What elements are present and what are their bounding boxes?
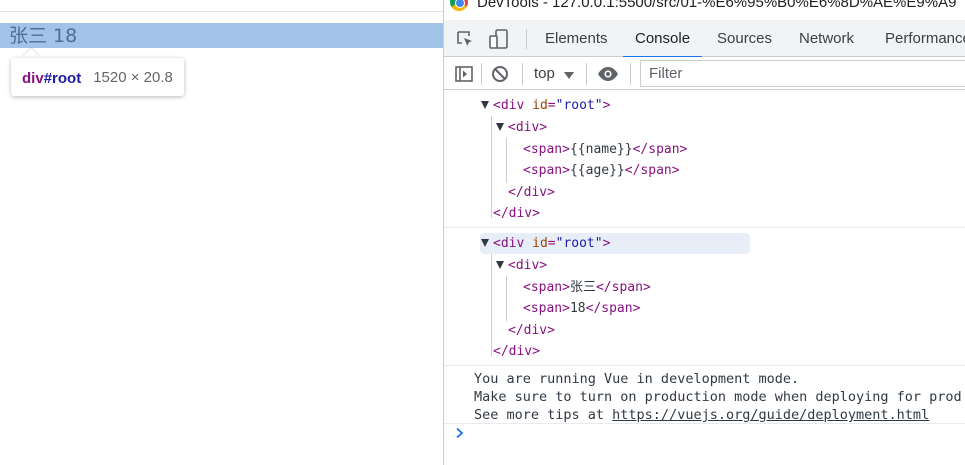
expand-triangle-icon[interactable]: [496, 261, 504, 269]
console-toolbar: top: [444, 57, 965, 90]
devtools-titlebar: DevTools - 127.0.0.1:5500/src/01-%E6%95%…: [444, 0, 965, 20]
tree-line-root[interactable]: <div id="root">: [493, 95, 610, 116]
tree-line-span-name[interactable]: <span>张三</span>: [523, 277, 651, 298]
tree-line-root[interactable]: <div id="root">: [493, 233, 610, 254]
tree-guide: [506, 138, 507, 183]
context-label: top: [534, 65, 555, 82]
context-selector[interactable]: top: [534, 63, 574, 85]
tree-guide: [491, 116, 492, 218]
vue-dev-message-line2: Make sure to turn on production mode whe…: [474, 389, 962, 405]
vue-deployment-link[interactable]: https://vuejs.org/guide/deployment.html: [612, 407, 929, 423]
tab-label: Elements: [545, 30, 608, 47]
tree-line-div[interactable]: <div>: [508, 255, 547, 276]
inspect-element-icon[interactable]: [454, 28, 476, 50]
eye-icon[interactable]: [597, 63, 619, 85]
tree-line-span-age[interactable]: <span>{{age}}</span>: [523, 160, 680, 181]
tooltip-tag: div: [22, 69, 44, 87]
console-message: <div id="root"> <div> <span>{{name}}</sp…: [444, 90, 965, 228]
tree-line-span-name[interactable]: <span>{{name}}</span>: [523, 139, 687, 160]
toolbar-separator: [522, 63, 523, 85]
expand-triangle-icon[interactable]: [496, 123, 504, 131]
tab-performance[interactable]: Performance: [885, 20, 965, 57]
tree-guide: [491, 254, 492, 356]
tooltip-size: 1520 × 20.8: [93, 68, 173, 86]
device-toolbar-icon[interactable]: [488, 28, 510, 50]
tooltip-id: #root: [43, 69, 82, 87]
expand-triangle-icon[interactable]: [481, 239, 489, 247]
tab-separator: [526, 29, 527, 49]
tab-network[interactable]: Network: [799, 20, 854, 57]
console-output: <div id="root"> <div> <span>{{name}}</sp…: [444, 90, 965, 465]
chevron-down-icon: [563, 71, 574, 79]
root-text: 张三 18: [9, 25, 78, 47]
page-viewport: 张三 18 div#root 1520 × 20.8: [0, 0, 443, 465]
tree-line-div-close[interactable]: </div>: [508, 320, 555, 341]
page-divider: [0, 11, 443, 12]
tab-label: Console: [635, 30, 691, 47]
vue-dev-message-line3: See more tips at https://vuejs.org/guide…: [474, 406, 929, 424]
devtools-tabbar: Elements Console Sources Network Perform…: [444, 20, 965, 58]
tree-line-span-age[interactable]: <span>18</span>: [523, 298, 640, 319]
filter-input[interactable]: [640, 60, 965, 87]
tab-sources[interactable]: Sources: [717, 20, 772, 57]
chevron-right-icon[interactable]: [454, 425, 466, 439]
tree-line-div[interactable]: <div>: [508, 117, 547, 138]
tree-line-root-close[interactable]: </div>: [493, 341, 540, 362]
tab-console[interactable]: Console: [623, 20, 703, 58]
devtools-title: DevTools - 127.0.0.1:5500/src/01-%E6%95%…: [477, 0, 957, 11]
console-message: <div id="root"> <div> <span>张三</span> <s…: [444, 228, 965, 366]
console-message-vue-dev: You are running Vue in development mode.…: [444, 366, 965, 424]
expand-triangle-icon[interactable]: [481, 101, 489, 109]
inspect-tooltip: div#root 1520 × 20.8: [11, 58, 184, 96]
vue-dev-message-prefix: See more tips at: [474, 407, 613, 423]
chrome-logo-icon: [450, 0, 468, 11]
tab-label: Network: [799, 30, 855, 47]
tree-line-div-close[interactable]: </div>: [508, 182, 555, 203]
tab-elements[interactable]: Elements: [545, 20, 608, 57]
sidebar-toggle-icon[interactable]: [453, 63, 475, 85]
toolbar-separator: [481, 63, 482, 85]
clear-console-icon[interactable]: [489, 63, 511, 85]
vue-dev-message-line1: You are running Vue in development mode.: [474, 371, 800, 387]
tree-guide: [506, 276, 507, 321]
tab-label: Sources: [717, 30, 773, 47]
devtools-window: DevTools - 127.0.0.1:5500/src/01-%E6%95%…: [443, 0, 965, 465]
tree-line-root-close[interactable]: </div>: [493, 203, 540, 224]
tab-label: Performance: [885, 30, 965, 47]
toolbar-separator: [586, 63, 587, 85]
toolbar-separator: [630, 63, 631, 85]
